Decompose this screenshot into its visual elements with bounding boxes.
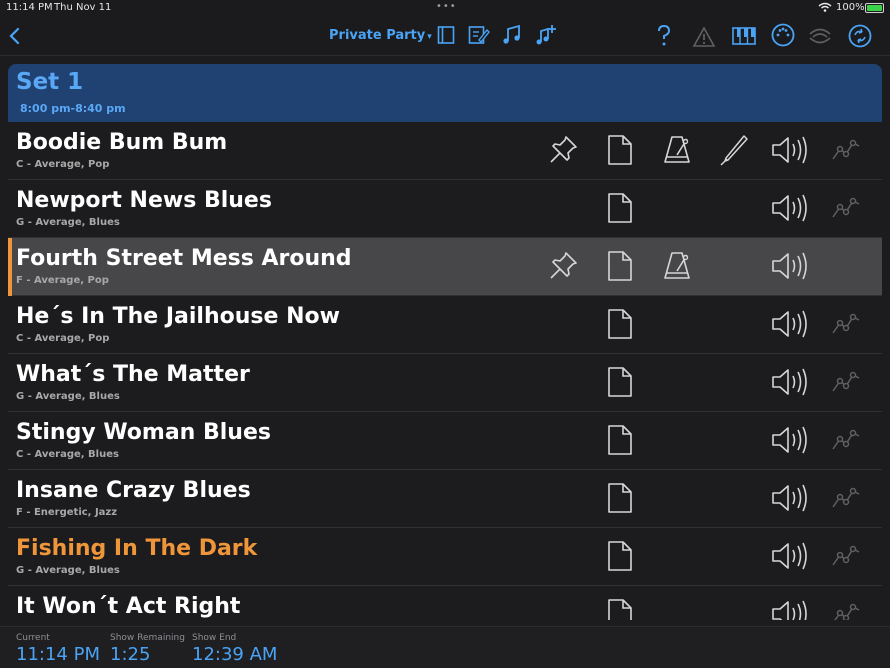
document-icon[interactable] bbox=[604, 250, 636, 282]
song-meta: F - Energetic, Jazz bbox=[16, 507, 118, 518]
song-row[interactable]: Newport News Blues G - Average, Blues bbox=[8, 180, 882, 238]
status-time: 11:14 PM bbox=[6, 2, 53, 13]
speaker-icon[interactable] bbox=[770, 482, 810, 514]
song-row[interactable]: He´s In The Jailhouse Now C - Average, P… bbox=[8, 296, 882, 354]
setlist-selector[interactable]: Private Party ▾ bbox=[329, 28, 432, 43]
warning-icon[interactable] bbox=[692, 26, 716, 48]
pin-icon[interactable] bbox=[547, 134, 579, 166]
current-time-label: Current bbox=[16, 633, 50, 643]
show-remaining-value: 1:25 bbox=[110, 644, 151, 665]
set-time-range: 8:00 pm-8:40 pm bbox=[20, 102, 126, 115]
midi-icon[interactable] bbox=[771, 23, 795, 47]
song-meta: F - Average, Pop bbox=[16, 275, 109, 286]
song-row[interactable]: It Won´t Act Right bbox=[8, 586, 882, 620]
song-meta: G - Average, Blues bbox=[16, 217, 120, 228]
speaker-icon[interactable] bbox=[770, 192, 810, 224]
song-title: Fishing In The Dark bbox=[16, 536, 258, 561]
status-date: Thu Nov 11 bbox=[54, 2, 112, 13]
song-title: Newport News Blues bbox=[16, 188, 272, 213]
automation-icon[interactable] bbox=[830, 366, 862, 398]
automation-icon[interactable] bbox=[830, 308, 862, 340]
document-icon[interactable] bbox=[604, 540, 636, 572]
metronome-icon[interactable] bbox=[661, 250, 693, 282]
song-title: What´s The Matter bbox=[16, 362, 250, 387]
multitasking-dots-icon[interactable]: ••• bbox=[436, 1, 457, 12]
piano-icon[interactable] bbox=[732, 27, 756, 45]
song-title: Stingy Woman Blues bbox=[16, 420, 271, 445]
song-meta: G - Average, Blues bbox=[16, 565, 120, 576]
current-time-value: 11:14 PM bbox=[16, 644, 100, 665]
speaker-icon[interactable] bbox=[770, 540, 810, 572]
status-bar: 11:14 PM Thu Nov 11 ••• 100% bbox=[0, 0, 890, 16]
document-icon[interactable] bbox=[604, 598, 636, 620]
show-remaining-label: Show Remaining bbox=[110, 633, 185, 643]
song-row-selected[interactable]: Fourth Street Mess Around F - Average, P… bbox=[8, 238, 882, 296]
speaker-icon[interactable] bbox=[770, 134, 810, 166]
show-time-footer: Current 11:14 PM Show Remaining 1:25 Sho… bbox=[0, 626, 890, 668]
automation-icon[interactable] bbox=[830, 598, 862, 620]
song-meta: C - Average, Blues bbox=[16, 449, 119, 460]
song-row[interactable]: Fishing In The Dark G - Average, Blues bbox=[8, 528, 882, 586]
song-title: Boodie Bum Bum bbox=[16, 130, 228, 155]
speaker-icon[interactable] bbox=[770, 250, 810, 282]
song-row[interactable]: Boodie Bum Bum C - Average, Pop bbox=[8, 122, 882, 180]
pin-icon[interactable] bbox=[547, 250, 579, 282]
automation-icon[interactable] bbox=[830, 424, 862, 456]
set-header[interactable]: Set 1 8:00 pm-8:40 pm bbox=[8, 64, 882, 122]
edit-chart-icon[interactable] bbox=[468, 25, 490, 45]
song-row[interactable]: Insane Crazy Blues F - Energetic, Jazz bbox=[8, 470, 882, 528]
song-title: It Won´t Act Right bbox=[16, 594, 241, 619]
show-end-value: 12:39 AM bbox=[192, 644, 278, 665]
battery-icon bbox=[865, 3, 884, 13]
song-title: He´s In The Jailhouse Now bbox=[16, 304, 340, 329]
set-title: Set 1 bbox=[16, 69, 84, 95]
song-row[interactable]: What´s The Matter G - Average, Blues bbox=[8, 354, 882, 412]
song-meta: C - Average, Pop bbox=[16, 333, 110, 344]
speaker-icon[interactable] bbox=[770, 424, 810, 456]
speaker-icon[interactable] bbox=[770, 366, 810, 398]
automation-icon[interactable] bbox=[830, 540, 862, 572]
song-list[interactable]: Boodie Bum Bum C - Average, Pop Newport … bbox=[8, 122, 882, 620]
help-icon[interactable] bbox=[655, 24, 673, 48]
wifi-icon bbox=[818, 2, 832, 12]
metronome-icon[interactable] bbox=[661, 134, 693, 166]
document-icon[interactable] bbox=[604, 424, 636, 456]
pencil-icon[interactable] bbox=[718, 134, 750, 166]
cloud-sync-icon[interactable] bbox=[848, 24, 872, 48]
back-chevron-icon[interactable] bbox=[8, 26, 22, 46]
song-title: Fourth Street Mess Around bbox=[16, 246, 352, 271]
sync-waves-icon[interactable] bbox=[808, 26, 832, 46]
song-meta: G - Average, Blues bbox=[16, 391, 120, 402]
setlist-title: Private Party bbox=[329, 28, 426, 43]
caret-down-icon: ▾ bbox=[427, 32, 432, 42]
automation-icon[interactable] bbox=[830, 134, 862, 166]
speaker-icon[interactable] bbox=[770, 598, 810, 620]
document-icon[interactable] bbox=[604, 192, 636, 224]
song-row[interactable]: Stingy Woman Blues C - Average, Blues bbox=[8, 412, 882, 470]
document-icon[interactable] bbox=[604, 366, 636, 398]
show-end-label: Show End bbox=[192, 633, 237, 643]
automation-icon[interactable] bbox=[830, 482, 862, 514]
battery-percentage: 100% bbox=[836, 2, 865, 13]
song-meta: C - Average, Pop bbox=[16, 159, 110, 170]
speaker-icon[interactable] bbox=[770, 308, 810, 340]
document-icon[interactable] bbox=[604, 308, 636, 340]
book-layout-icon[interactable] bbox=[437, 25, 455, 45]
add-song-icon[interactable] bbox=[535, 24, 557, 46]
document-icon[interactable] bbox=[604, 482, 636, 514]
document-icon[interactable] bbox=[604, 134, 636, 166]
music-notes-icon[interactable] bbox=[502, 24, 522, 46]
toolbar: Private Party ▾ bbox=[0, 16, 890, 56]
song-title: Insane Crazy Blues bbox=[16, 478, 251, 503]
automation-icon[interactable] bbox=[830, 192, 862, 224]
